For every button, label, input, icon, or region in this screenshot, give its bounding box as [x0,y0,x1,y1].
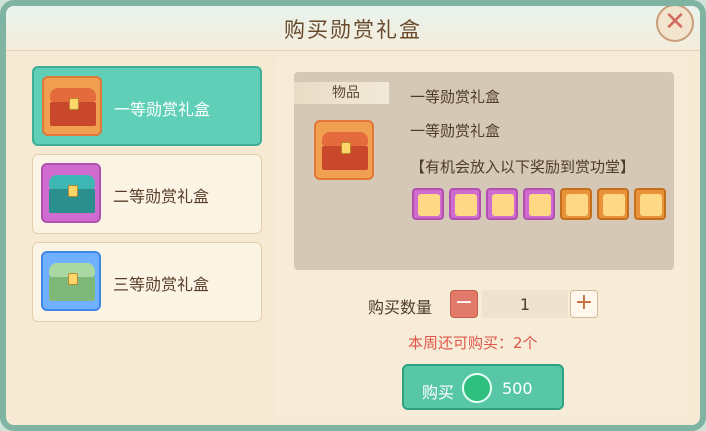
gift-box-label: 二等勋赏礼盒 [113,187,210,206]
gift-box-item-second[interactable]: 二等勋赏礼盒 [32,154,262,234]
reward-icon-7[interactable] [634,188,666,220]
item-info-box: 物品 一等勋赏礼盒 一等勋赏礼盒 【有机会放入以下奖励到赏功堂】 [294,72,674,270]
chest-graphic [50,88,96,126]
chest-graphic [49,175,95,213]
reward-icon-4[interactable] [523,188,555,220]
gift-box-item-first[interactable]: 一等勋赏礼盒 [32,66,262,146]
decrease-quantity-button[interactable]: − [450,290,478,318]
chest-graphic [49,263,95,301]
reward-icon-3[interactable] [486,188,518,220]
dialog-title: 购买勋赏礼盒 [284,18,422,42]
buy-button-label: 购买 [422,383,455,402]
gift-box-list: 一等勋赏礼盒 二等勋赏礼盒 三等勋赏礼盒 [24,56,264,416]
quantity-label: 购买数量 [368,298,433,317]
chest-graphic [322,132,368,170]
reward-icon-6[interactable] [597,188,629,220]
close-button[interactable]: ✕ [656,6,694,42]
treasure-chest-icon [42,76,102,136]
reward-icon-2[interactable] [449,188,481,220]
item-name-1: 一等勋赏礼盒 [410,88,501,106]
gift-box-label: 三等勋赏礼盒 [113,275,210,294]
increase-quantity-button[interactable]: + [570,290,598,318]
currency-icon [462,373,492,403]
gift-box-label: 一等勋赏礼盒 [114,100,211,119]
reward-description: 【有机会放入以下奖励到赏功堂】 [410,158,636,176]
weekly-limit-text: 本周还可购买：2个 [408,334,538,352]
gift-box-purchase-dialog: 购买勋赏礼盒 ✕ 一等勋赏礼盒 二等勋赏礼盒 三等勋赏礼盒 物品 一等勋赏礼盒 … [0,0,706,431]
item-name-2: 一等勋赏礼盒 [410,122,501,140]
treasure-chest-icon [41,251,101,311]
detail-panel: 物品 一等勋赏礼盒 一等勋赏礼盒 【有机会放入以下奖励到赏功堂】 购买数量 − … [276,58,688,418]
reward-icon-5[interactable] [560,188,592,220]
price-value: 500 [502,379,533,398]
reward-icon-1[interactable] [412,188,444,220]
gift-box-item-third[interactable]: 三等勋赏礼盒 [32,242,262,322]
buy-button[interactable]: 购买 500 [402,364,564,410]
quantity-input[interactable] [482,290,568,318]
item-tag: 物品 [294,82,389,104]
treasure-chest-icon [41,163,101,223]
selected-chest-icon [314,120,374,180]
